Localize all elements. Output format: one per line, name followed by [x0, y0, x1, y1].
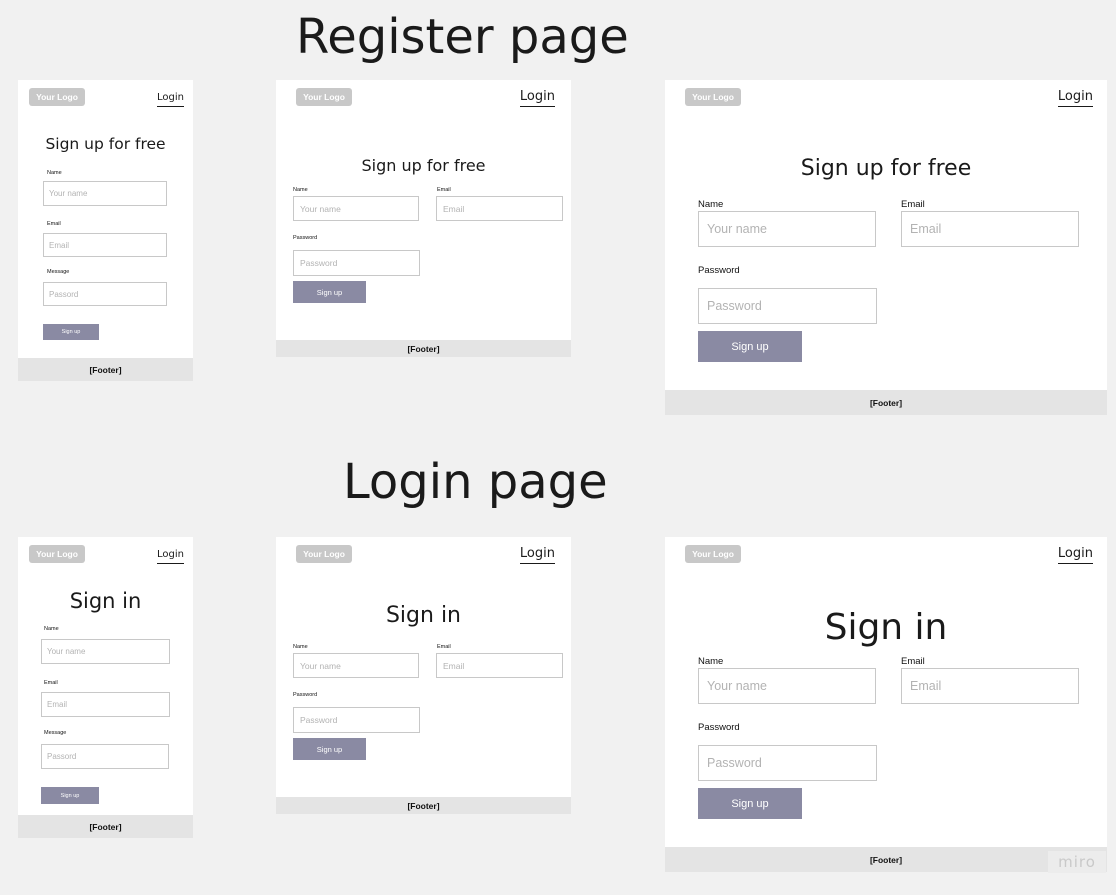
- footer: [Footer]: [18, 358, 193, 381]
- signup-button[interactable]: Sign up: [43, 324, 99, 340]
- login-link[interactable]: Login: [157, 549, 184, 564]
- logo[interactable]: Your Logo: [296, 545, 352, 563]
- name-input[interactable]: Your name: [698, 211, 876, 247]
- signup-button[interactable]: Sign up: [293, 281, 366, 303]
- email-input[interactable]: Email: [901, 668, 1079, 704]
- signup-heading: Sign up for free: [800, 156, 972, 181]
- signup-button[interactable]: Sign up: [698, 788, 802, 819]
- email-label: Email: [44, 680, 58, 686]
- name-input[interactable]: Your name: [293, 196, 419, 221]
- footer: [Footer]: [276, 340, 571, 357]
- signup-button[interactable]: Sign up: [698, 331, 802, 362]
- register-mobile-frame: Your Logo Login Sign up for free Name Yo…: [18, 80, 193, 381]
- register-page-title: Register page: [296, 9, 629, 65]
- email-input[interactable]: Email: [901, 211, 1079, 247]
- password-label: Password: [293, 235, 318, 241]
- name-label: Name: [293, 187, 308, 193]
- logo[interactable]: Your Logo: [29, 88, 85, 106]
- name-label: Name: [293, 644, 308, 650]
- login-link[interactable]: Login: [1057, 89, 1093, 108]
- login-link[interactable]: Login: [519, 546, 555, 565]
- name-label: Name: [47, 170, 62, 176]
- name-input[interactable]: Your name: [293, 653, 419, 678]
- password-input[interactable]: Password: [698, 288, 877, 324]
- email-input[interactable]: Email: [436, 653, 563, 678]
- password-input[interactable]: Password: [293, 250, 420, 276]
- name-label: Name: [698, 656, 724, 667]
- email-label: Email: [437, 644, 451, 650]
- logo[interactable]: Your Logo: [29, 545, 85, 563]
- register-tablet-frame: Your Logo Login Sign up for free Name Yo…: [276, 80, 571, 357]
- password-input[interactable]: Password: [698, 745, 877, 781]
- register-desktop-frame: Your Logo Login Sign up for free Name Yo…: [665, 80, 1107, 415]
- login-link[interactable]: Login: [1057, 546, 1093, 565]
- login-link[interactable]: Login: [157, 92, 184, 107]
- signup-button[interactable]: Sign up: [293, 738, 366, 760]
- login-link[interactable]: Login: [519, 89, 555, 108]
- footer: [Footer]: [665, 847, 1107, 872]
- email-input[interactable]: Email: [436, 196, 563, 221]
- message-label: Message: [47, 269, 70, 275]
- password-label: Password: [698, 265, 740, 276]
- email-input[interactable]: Email: [43, 233, 167, 257]
- footer: [Footer]: [665, 390, 1107, 415]
- logo[interactable]: Your Logo: [685, 545, 741, 563]
- login-desktop-frame: Your Logo Login Sign in Name Your name E…: [665, 537, 1107, 872]
- message-label: Message: [44, 730, 67, 736]
- name-label: Name: [44, 626, 59, 632]
- email-label: Email: [901, 656, 925, 667]
- signup-heading: Sign up for free: [361, 156, 486, 175]
- signup-button[interactable]: Sign up: [41, 787, 99, 804]
- name-input[interactable]: Your name: [698, 668, 876, 704]
- password-label: Password: [293, 692, 318, 698]
- login-page-title: Login page: [343, 454, 608, 510]
- password-input[interactable]: Passord: [41, 744, 169, 769]
- name-input[interactable]: Your name: [43, 181, 167, 206]
- email-label: Email: [437, 187, 451, 193]
- footer: [Footer]: [276, 797, 571, 814]
- name-label: Name: [698, 199, 724, 210]
- email-label: Email: [47, 221, 61, 227]
- signup-heading: Sign up for free: [45, 135, 166, 153]
- signin-heading: Sign in: [824, 607, 948, 648]
- miro-watermark: miro: [1048, 851, 1106, 873]
- login-mobile-frame: Your Logo Login Sign in Name Your name E…: [18, 537, 193, 838]
- password-input[interactable]: Passord: [43, 282, 167, 306]
- email-label: Email: [901, 199, 925, 210]
- signin-heading: Sign in: [69, 589, 142, 613]
- email-input[interactable]: Email: [41, 692, 170, 717]
- logo[interactable]: Your Logo: [685, 88, 741, 106]
- logo[interactable]: Your Logo: [296, 88, 352, 106]
- password-input[interactable]: Password: [293, 707, 420, 733]
- signin-heading: Sign in: [385, 603, 462, 628]
- footer: [Footer]: [18, 815, 193, 838]
- name-input[interactable]: Your name: [41, 639, 170, 664]
- login-tablet-frame: Your Logo Login Sign in Name Your name E…: [276, 537, 571, 814]
- password-label: Password: [698, 722, 740, 733]
